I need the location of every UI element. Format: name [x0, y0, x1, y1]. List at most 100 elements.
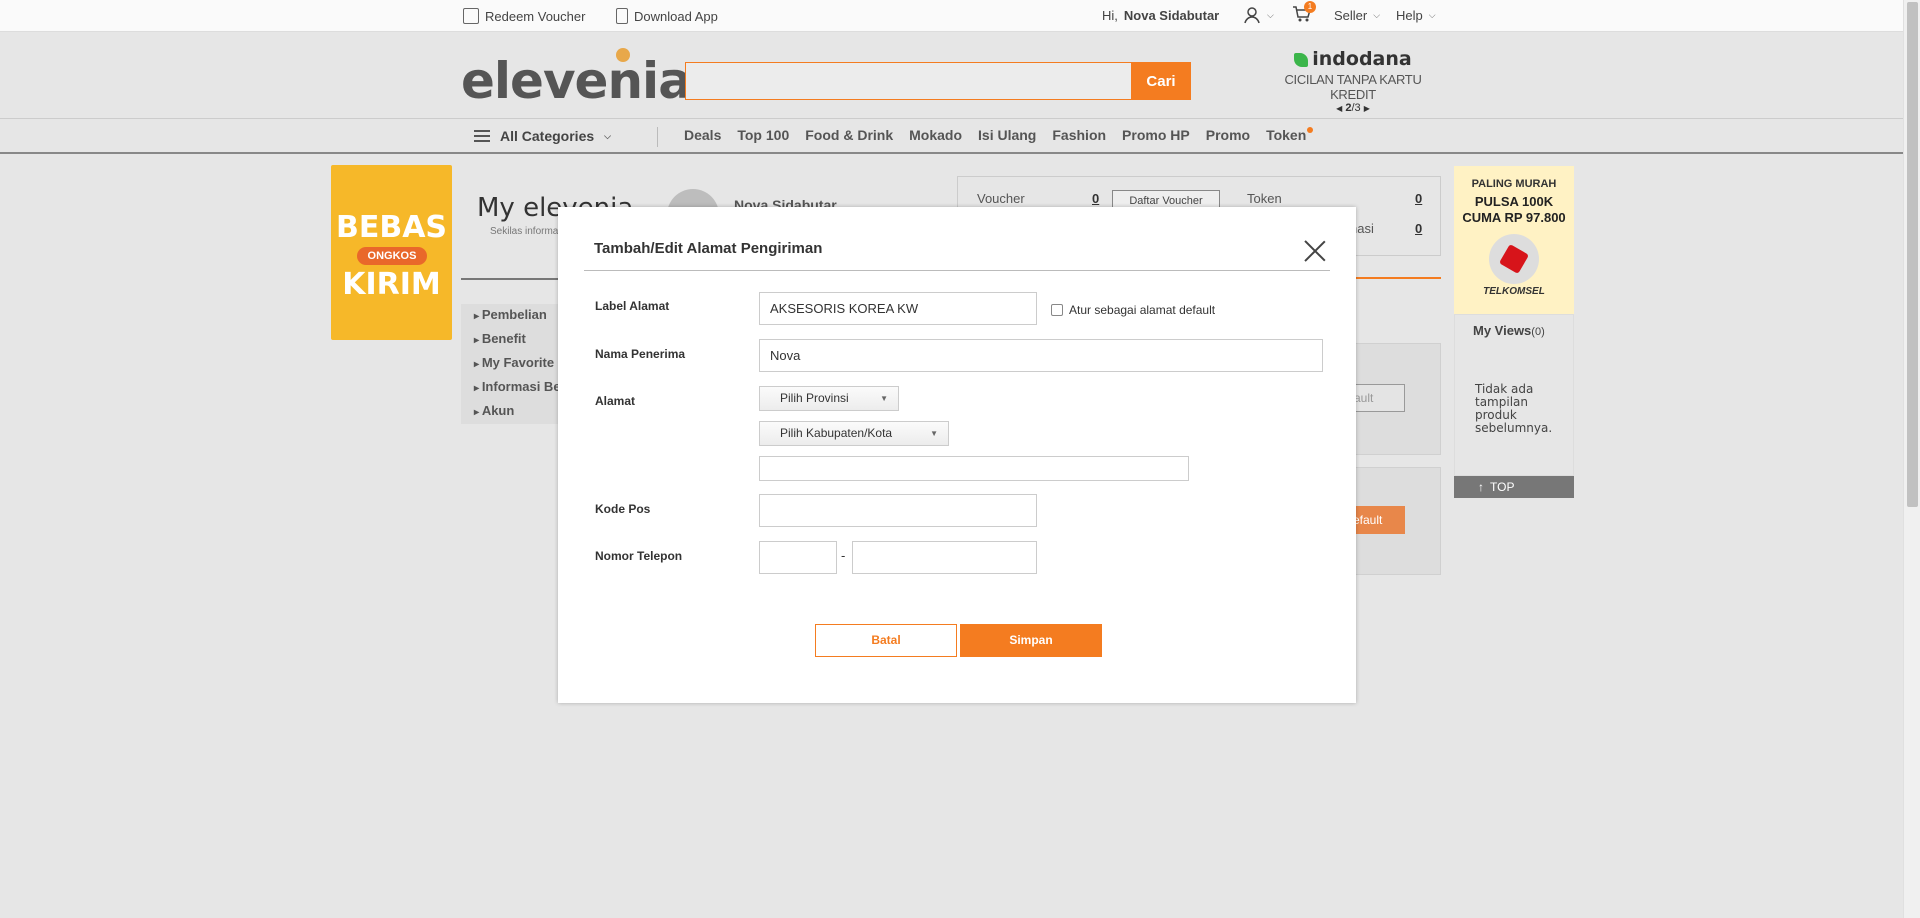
- phone-prefix-input[interactable]: [759, 541, 837, 574]
- dropdown-arrow-icon: ▼: [930, 429, 938, 438]
- default-address-checkbox[interactable]: [1051, 304, 1063, 316]
- greeting-user-name: Nova Sidabutar: [1123, 8, 1220, 23]
- user-icon: [1244, 7, 1260, 24]
- pager-total: /3: [1351, 102, 1361, 114]
- default-address-option[interactable]: Atur sebagai alamat default: [1051, 303, 1215, 317]
- nav-link-food-drink[interactable]: Food & Drink: [805, 127, 893, 143]
- token-label: Token: [1247, 191, 1282, 206]
- alamat-label: Alamat: [595, 394, 636, 408]
- free-shipping-banner[interactable]: BEBAS ONGKOS KIRIM: [331, 165, 452, 340]
- seller-menu[interactable]: Seller ⌵: [1334, 8, 1380, 23]
- label-alamat-input[interactable]: [759, 292, 1037, 325]
- nav-link-token-label: Token: [1266, 127, 1307, 143]
- seller-label: Seller: [1334, 8, 1368, 23]
- nomor-telepon-label: Nomor Telepon: [595, 549, 683, 563]
- postal-code-input[interactable]: [759, 494, 1037, 527]
- banner-line-3: KIRIM: [342, 267, 441, 302]
- cart-button[interactable]: 1: [1292, 1, 1316, 23]
- telkomsel-logo-icon: [1489, 234, 1539, 284]
- dropdown-arrow-icon: ▼: [880, 394, 888, 403]
- promo-brand: TELKOMSEL: [1483, 286, 1545, 297]
- new-indicator-dot: [1307, 127, 1314, 133]
- logo-dot: [616, 48, 630, 62]
- voucher-label: Voucher: [977, 191, 1025, 206]
- nav-link-token[interactable]: Token: [1266, 127, 1314, 143]
- cancel-button[interactable]: Batal: [815, 624, 957, 657]
- chevron-down-icon: ⌵: [1428, 10, 1436, 20]
- city-select-value: Pilih Kabupaten/Kota: [780, 426, 893, 440]
- save-button[interactable]: Simpan: [960, 624, 1102, 657]
- phone-number-input[interactable]: [852, 541, 1037, 574]
- category-navbar: All Categories ⌵ Deals Top 100 Food & Dr…: [0, 118, 1903, 154]
- nav-link-mokado[interactable]: Mokado: [909, 127, 962, 143]
- download-app-link[interactable]: Download App: [616, 8, 718, 24]
- nav-link-isi-ulang[interactable]: Isi Ulang: [978, 127, 1036, 143]
- nav-link-promo-hp[interactable]: Promo HP: [1122, 127, 1190, 143]
- my-views-count: (0): [1531, 326, 1545, 338]
- token-count[interactable]: 0: [1415, 191, 1422, 206]
- all-categories-label: All Categories: [500, 128, 595, 144]
- province-select-value: Pilih Provinsi: [780, 391, 849, 405]
- nav-link-deals[interactable]: Deals: [684, 127, 721, 143]
- nav-link-fashion[interactable]: Fashion: [1052, 127, 1106, 143]
- cart-count-badge: 1: [1304, 1, 1316, 13]
- province-select[interactable]: Pilih Provinsi ▼: [759, 386, 899, 411]
- redeem-voucher-label: Redeem Voucher: [485, 8, 586, 24]
- greeting-prefix: Hi,: [1102, 8, 1118, 23]
- top-utility-bar: Redeem Voucher Download App Hi, Nova Sid…: [0, 0, 1903, 32]
- nav-link-top-100[interactable]: Top 100: [737, 127, 789, 143]
- scrollbar-thumb[interactable]: [1907, 2, 1918, 507]
- kode-pos-label: Kode Pos: [595, 502, 651, 516]
- promo-line-1: PULSA 100K: [1474, 194, 1554, 209]
- promo-top-line: PALING MURAH: [1471, 178, 1557, 190]
- ad-pager: ◀ 2/3 ▶: [1268, 102, 1438, 114]
- close-icon[interactable]: [1303, 239, 1327, 263]
- all-categories-menu[interactable]: All Categories ⌵: [474, 128, 611, 144]
- city-select[interactable]: Pilih Kabupaten/Kota ▼: [759, 421, 949, 446]
- chevron-down-icon: ⌵: [1373, 10, 1381, 20]
- back-to-top-button[interactable]: ↑ TOP: [1454, 476, 1574, 498]
- second-stat-count[interactable]: 0: [1415, 221, 1422, 236]
- download-app-label: Download App: [634, 8, 718, 24]
- voucher-icon: [463, 8, 479, 24]
- promo-line-2: CUMA RP 97.800: [1462, 210, 1566, 225]
- indodana-leaf-icon: [1294, 52, 1309, 67]
- user-greeting: Hi, Nova Sidabutar: [1102, 8, 1219, 23]
- hamburger-icon: [474, 130, 490, 142]
- page-scrollbar[interactable]: [1903, 0, 1920, 918]
- label-alamat-label: Label Alamat: [595, 299, 670, 313]
- my-views-panel: My Views(0) Tidak ada tampilan produk se…: [1454, 314, 1574, 476]
- my-elevenia-subtitle: Sekilas informasi: [490, 226, 566, 237]
- banner-line-1: BEBAS: [335, 210, 448, 245]
- search-button[interactable]: Cari: [1131, 62, 1191, 100]
- nama-penerima-input[interactable]: [759, 339, 1323, 372]
- nav-links: Deals Top 100 Food & Drink Mokado Isi Ul…: [684, 127, 1314, 143]
- nav-divider: [657, 127, 658, 147]
- site-header: elevenia Cari indodana CICILAN TANPA KAR…: [0, 32, 1903, 118]
- indodana-brand: indodana: [1268, 48, 1438, 70]
- voucher-count[interactable]: 0: [1092, 191, 1099, 206]
- banner-line-2: ONGKOS: [357, 247, 427, 265]
- modal-divider: [584, 270, 1330, 271]
- indodana-subtitle: CICILAN TANPA KARTU KREDIT: [1284, 72, 1422, 102]
- edit-address-modal: Tambah/Edit Alamat Pengiriman Label Alam…: [558, 207, 1356, 703]
- search-input[interactable]: [685, 62, 1132, 100]
- indodana-ad[interactable]: indodana CICILAN TANPA KARTU KREDIT ◀ 2/…: [1268, 48, 1438, 114]
- pager-prev-icon[interactable]: ◀: [1336, 104, 1342, 113]
- pager-next-icon[interactable]: ▶: [1364, 104, 1370, 113]
- top-label: TOP: [1490, 480, 1515, 494]
- elevenia-logo[interactable]: elevenia: [461, 52, 692, 110]
- nav-link-promo[interactable]: Promo: [1206, 127, 1250, 143]
- my-views-title-text: My Views: [1473, 323, 1532, 338]
- redeem-voucher-link[interactable]: Redeem Voucher: [463, 8, 585, 24]
- pulsa-promo-banner[interactable]: PALING MURAH PULSA 100K CUMA RP 97.800 T…: [1454, 166, 1574, 314]
- nama-penerima-label: Nama Penerima: [595, 347, 686, 361]
- account-menu[interactable]: ⌵: [1243, 6, 1274, 24]
- chevron-down-icon: ⌵: [1267, 9, 1274, 20]
- help-menu[interactable]: Help ⌵: [1396, 8, 1436, 23]
- chevron-down-icon: ⌵: [604, 130, 611, 141]
- address-detail-input[interactable]: [759, 456, 1189, 481]
- my-views-title: My Views(0): [1473, 323, 1545, 338]
- phone-separator: -: [841, 548, 846, 563]
- arrow-up-icon: ↑: [1478, 480, 1484, 494]
